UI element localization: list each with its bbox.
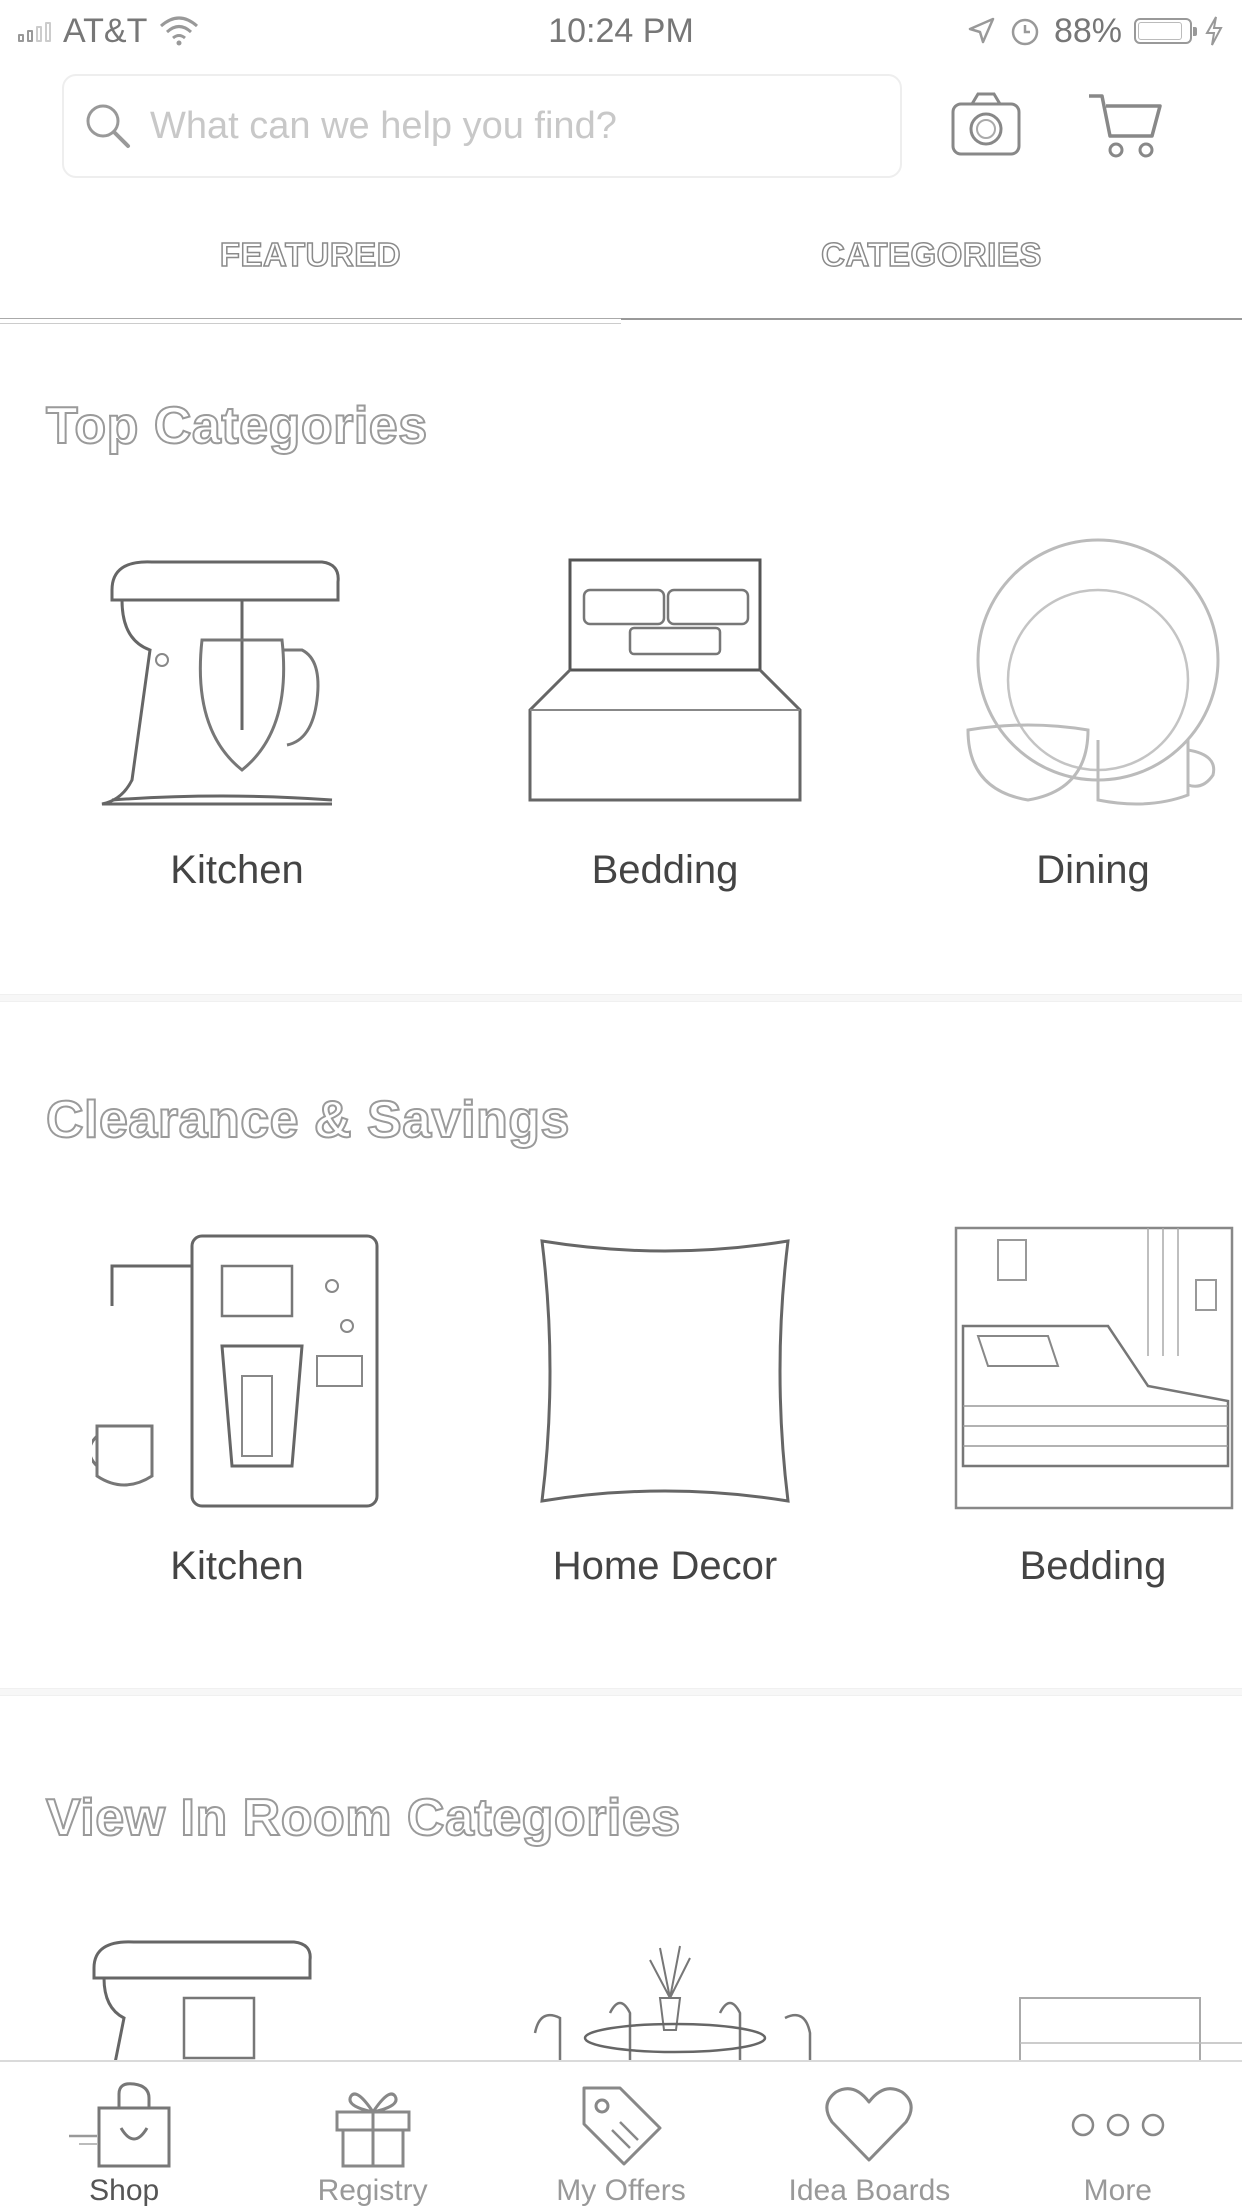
- clearance-tile-home-decor[interactable]: Home Decor: [520, 1226, 810, 1589]
- category-tile-kitchen[interactable]: Kitchen: [92, 530, 382, 893]
- view-in-room-section: View In Room Categories: [0, 1698, 1242, 2060]
- dining-room-image: [533, 1945, 812, 2060]
- charging-bolt-icon: [1205, 16, 1223, 46]
- nav-registry[interactable]: Registry: [248, 2062, 496, 2208]
- section-title: View In Room Categories: [45, 1788, 681, 1848]
- shopping-bag-icon: [69, 2082, 171, 2168]
- top-categories-section: Top Categories Kitchen Bedding Dining: [0, 330, 1242, 990]
- signal-icon: [18, 20, 51, 42]
- cart-button[interactable]: [1086, 90, 1164, 162]
- tag-icon: [582, 2086, 662, 2166]
- nav-label: Idea Boards: [788, 2174, 951, 2207]
- category-tile-bedding[interactable]: Bedding: [520, 530, 810, 893]
- battery-icon: [1134, 18, 1197, 44]
- category-label: Kitchen: [170, 1544, 304, 1588]
- section-title: Top Categories: [45, 396, 428, 456]
- category-label: Home Decor: [552, 1544, 778, 1588]
- alarm-icon: [1011, 18, 1039, 46]
- camera-button[interactable]: [950, 90, 1022, 160]
- tab-bar: FEATURED CATEGORIES: [0, 220, 1242, 324]
- mixer-room-image: [92, 1940, 312, 2060]
- pillow-image: [540, 1239, 790, 1503]
- nav-label: Shop: [89, 2174, 160, 2207]
- battery-percent: 88%: [1053, 11, 1122, 50]
- tab-categories[interactable]: CATEGORIES: [621, 220, 1242, 324]
- status-left: AT&T: [18, 12, 199, 51]
- dinnerware-image: [966, 538, 1220, 806]
- more-dots-icon: [1071, 2113, 1165, 2137]
- stand-mixer-image: [101, 560, 340, 806]
- clearance-section: Clearance & Savings Kitchen Home Decor B…: [0, 1004, 1242, 1684]
- clearance-tile-kitchen[interactable]: Kitchen: [92, 1226, 382, 1589]
- carrier-label: AT&T: [63, 11, 148, 50]
- camera-icon: [951, 92, 1021, 156]
- nav-label: More: [1083, 2174, 1152, 2207]
- location-arrow-icon: [968, 17, 995, 44]
- category-label: Bedding: [591, 848, 739, 892]
- header: [0, 72, 1242, 182]
- bed-room-image: [1019, 1997, 1242, 2060]
- nav-label: My Offers: [556, 2174, 686, 2207]
- nav-label: Registry: [317, 2174, 428, 2207]
- search-icon: [86, 104, 130, 148]
- bottom-nav: Shop Registry My Offers Idea Boards More: [0, 2060, 1242, 2208]
- nav-more[interactable]: More: [994, 2062, 1242, 2208]
- clearance-tile-bedding[interactable]: Bedding: [948, 1226, 1238, 1589]
- section-divider: [0, 1688, 1242, 1696]
- section-title: Clearance & Savings: [45, 1090, 570, 1150]
- search-input[interactable]: [150, 104, 870, 148]
- bed-image: [528, 558, 802, 802]
- category-label: Kitchen: [170, 848, 304, 892]
- nav-shop[interactable]: Shop: [0, 2062, 248, 2208]
- cart-icon: [1089, 94, 1162, 158]
- nav-idea-boards[interactable]: Idea Boards: [745, 2062, 993, 2208]
- category-label: Bedding: [1019, 1544, 1167, 1588]
- category-label: Dining: [1036, 848, 1150, 892]
- tab-featured[interactable]: FEATURED: [0, 220, 621, 324]
- wifi-icon: [160, 16, 199, 46]
- coffee-maker-image: [92, 1234, 379, 1508]
- nav-my-offers[interactable]: My Offers: [497, 2062, 745, 2208]
- section-divider: [0, 994, 1242, 1002]
- category-tile-dining[interactable]: Dining: [948, 530, 1238, 893]
- search-bar[interactable]: [62, 74, 902, 178]
- status-bar: AT&T 10:24 PM 88%: [0, 0, 1242, 62]
- gift-icon: [335, 2092, 411, 2168]
- status-right: 88%: [966, 12, 1224, 51]
- heart-icon: [825, 2087, 913, 2162]
- bedroom-image: [954, 1226, 1234, 1510]
